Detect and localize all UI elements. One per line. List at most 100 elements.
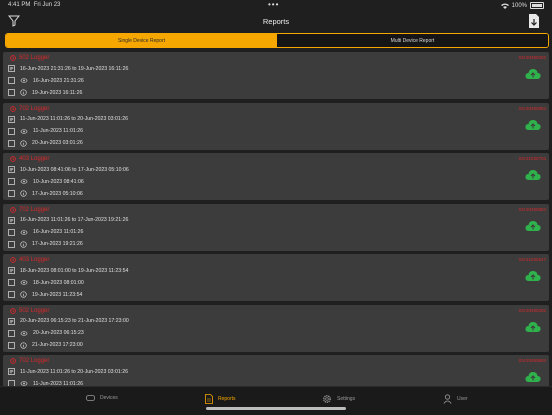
view-eye-icon	[20, 330, 28, 336]
report-card[interactable]: 502 Logger SN:20490202 20-Jun-2023 06:15…	[3, 304, 549, 352]
tab-multi-device-report[interactable]: Multi Device Report	[277, 34, 548, 47]
report-end-time: 17-Jun-2023 05:10:06	[8, 190, 83, 197]
wifi-icon	[500, 3, 509, 9]
info-icon	[20, 190, 27, 197]
report-date-range: 16-Jun-2023 21:31:26 to 19-Jun-2023 16:1…	[8, 65, 128, 72]
logger-icon	[10, 55, 16, 61]
report-card[interactable]: 702 Logger SN:20490884 11-Jun-2023 11:01…	[3, 355, 549, 386]
report-logger-name: 702 Logger	[10, 106, 49, 112]
gear-icon	[323, 395, 331, 403]
report-serial-number: SN:20490884	[518, 358, 546, 363]
report-date-range: 11-Jun-2023 11:01:26 to 20-Jun-2023 03:0…	[8, 368, 128, 375]
report-icon	[205, 394, 213, 404]
cloud-upload-icon[interactable]	[525, 169, 541, 181]
tab-single-device-report[interactable]: Single Device Report	[6, 34, 277, 47]
page-title: Reports	[262, 17, 290, 26]
info-icon	[20, 341, 27, 349]
report-card[interactable]: 502 Logger SN:20490202 16-Jun-2023 21:31…	[3, 52, 549, 99]
status-bar: 4:41 PM Fri Jun 23 ••• 100%	[0, 0, 552, 10]
tab-settings[interactable]: Settings	[322, 394, 355, 404]
view-eye-icon	[20, 128, 28, 134]
battery-icon	[530, 2, 544, 9]
cloud-upload-icon[interactable]	[525, 68, 541, 80]
report-logger-name: 702 Logger	[10, 207, 49, 213]
report-file-icon	[8, 216, 15, 224]
report-logger-name: 502 Logger	[10, 308, 49, 314]
document-icon	[8, 279, 15, 286]
export-report-icon[interactable]	[528, 14, 540, 28]
tab-reports[interactable]: Reports	[205, 394, 236, 404]
user-icon	[443, 394, 452, 404]
device-icon	[86, 395, 95, 401]
info-icon	[20, 89, 27, 96]
document-icon	[8, 291, 15, 298]
navigation-bar: Reports	[0, 10, 552, 32]
report-card[interactable]: 403 Logger SN:21030703 10-Jun-2023 08:41…	[3, 153, 549, 200]
report-logger-name: 702 Logger	[10, 358, 49, 364]
tab-user[interactable]: User	[443, 394, 468, 404]
tab-bar: Devices Reports Settings User	[0, 386, 552, 415]
tab-settings-label: Settings	[337, 396, 356, 402]
status-time: 4:41 PM Fri Jun 23	[8, 2, 61, 8]
tab-reports-label: Reports	[218, 396, 236, 402]
report-logger-name: 502 Logger	[10, 55, 49, 61]
document-icon	[8, 228, 15, 236]
report-file-icon	[8, 65, 15, 72]
document-icon	[8, 190, 15, 197]
report-end-time: 19-Jun-2023 16:11:26	[8, 89, 82, 96]
multitask-dots[interactable]: •••	[268, 0, 279, 9]
report-serial-number: SN:20490884	[518, 105, 546, 111]
logger-icon	[10, 257, 16, 263]
document-icon	[8, 341, 15, 349]
report-serial-number: SN:21030647	[518, 257, 546, 262]
view-eye-icon	[20, 229, 28, 235]
report-logger-name: 403 Logger	[10, 257, 49, 263]
report-date-range: 16-Jun-2023 11:01:26 to 17-Jun-2023 19:2…	[8, 216, 128, 224]
report-card[interactable]: 702 Logger SN:20490884 11-Jun-2023 11:01…	[3, 102, 549, 150]
logger-icon	[10, 307, 16, 314]
report-start-time: 16-Jun-2023 11:01:26	[8, 228, 83, 236]
report-card[interactable]: 702 Logger SN:20490884 16-Jun-2023 11:01…	[3, 203, 549, 251]
document-icon	[8, 127, 15, 135]
report-start-time: 11-Jun-2023 11:01:26	[8, 127, 83, 135]
tab-devices[interactable]: Devices	[86, 395, 118, 401]
battery-percent: 100%	[511, 2, 527, 9]
report-start-time: 18-Jun-2023 08:01:00	[8, 279, 84, 286]
logger-icon	[10, 105, 16, 112]
report-serial-number: SN:20490202	[518, 55, 546, 60]
info-icon	[20, 139, 27, 147]
cloud-upload-icon[interactable]	[525, 371, 541, 383]
report-serial-number: SN:20490884	[518, 206, 546, 212]
cloud-upload-icon[interactable]	[525, 270, 541, 282]
report-logger-name: 403 Logger	[10, 156, 49, 162]
report-end-time: 19-Jun-2023 11:23:54	[8, 291, 82, 298]
view-eye-icon	[20, 179, 28, 184]
view-eye-icon	[20, 280, 28, 285]
report-card[interactable]: 403 Logger SN:21030647 18-Jun-2023 08:01…	[3, 254, 549, 301]
report-date-range: 20-Jun-2023 06:15:23 to 21-Jun-2023 17:2…	[8, 317, 129, 325]
report-start-time: 20-Jun-2023 06:15:23	[8, 329, 84, 337]
report-serial-number: SN:20490202	[518, 307, 546, 313]
view-eye-icon	[20, 78, 28, 83]
report-date-range: 11-Jun-2023 11:01:26 to 20-Jun-2023 03:0…	[8, 115, 128, 123]
document-icon	[8, 329, 15, 337]
status-right: 100%	[500, 2, 544, 9]
cloud-upload-icon[interactable]	[525, 220, 541, 232]
report-type-segmented-control: Single Device Report Multi Device Report	[5, 33, 549, 48]
cloud-upload-icon[interactable]	[525, 321, 541, 333]
document-icon	[8, 89, 15, 96]
home-indicator	[206, 407, 346, 410]
report-serial-number: SN:21030703	[518, 156, 546, 161]
report-list[interactable]: 502 Logger SN:20490202 16-Jun-2023 21:31…	[3, 52, 549, 386]
document-icon	[8, 240, 15, 248]
document-icon	[8, 139, 15, 147]
report-file-icon	[8, 166, 15, 173]
report-end-time: 20-Jun-2023 03:01:26	[8, 139, 83, 147]
cloud-upload-icon[interactable]	[525, 119, 541, 131]
report-file-icon	[8, 115, 15, 123]
tab-devices-label: Devices	[100, 395, 118, 401]
document-icon	[8, 178, 15, 185]
report-end-time: 17-Jun-2023 19:21:26	[8, 240, 83, 248]
report-file-icon	[8, 368, 15, 375]
tab-user-label: User	[457, 396, 468, 402]
